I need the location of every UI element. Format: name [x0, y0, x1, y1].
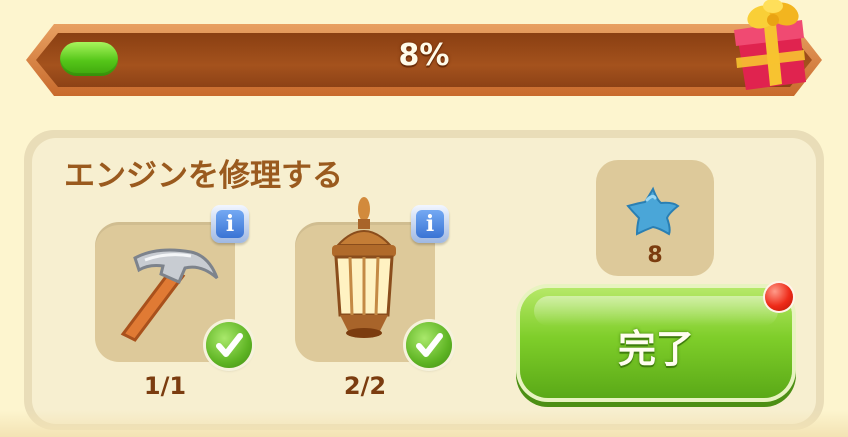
- reward-amount: 8: [647, 243, 663, 268]
- bottom-shadow: [0, 410, 848, 437]
- check-icon-hammer: [206, 322, 252, 368]
- info-icon: i: [216, 210, 244, 238]
- item-count-lantern: 2/2: [343, 372, 387, 400]
- progress-percent: 8%: [398, 38, 450, 73]
- info-button-hammer[interactable]: i: [211, 205, 249, 243]
- complete-button-label: 完了: [617, 327, 694, 371]
- notification-dot: [765, 283, 793, 311]
- info-icon: i: [416, 210, 444, 238]
- blue-star-icon: [626, 186, 680, 236]
- item-count-hammer: 1/1: [143, 372, 187, 400]
- lantern-icon: [332, 197, 396, 338]
- info-button-lantern[interactable]: i: [411, 205, 449, 243]
- gift-box-icon[interactable]: [728, 0, 812, 92]
- task-title: エンジンを修理する: [64, 158, 343, 194]
- check-icon-lantern: [406, 322, 452, 368]
